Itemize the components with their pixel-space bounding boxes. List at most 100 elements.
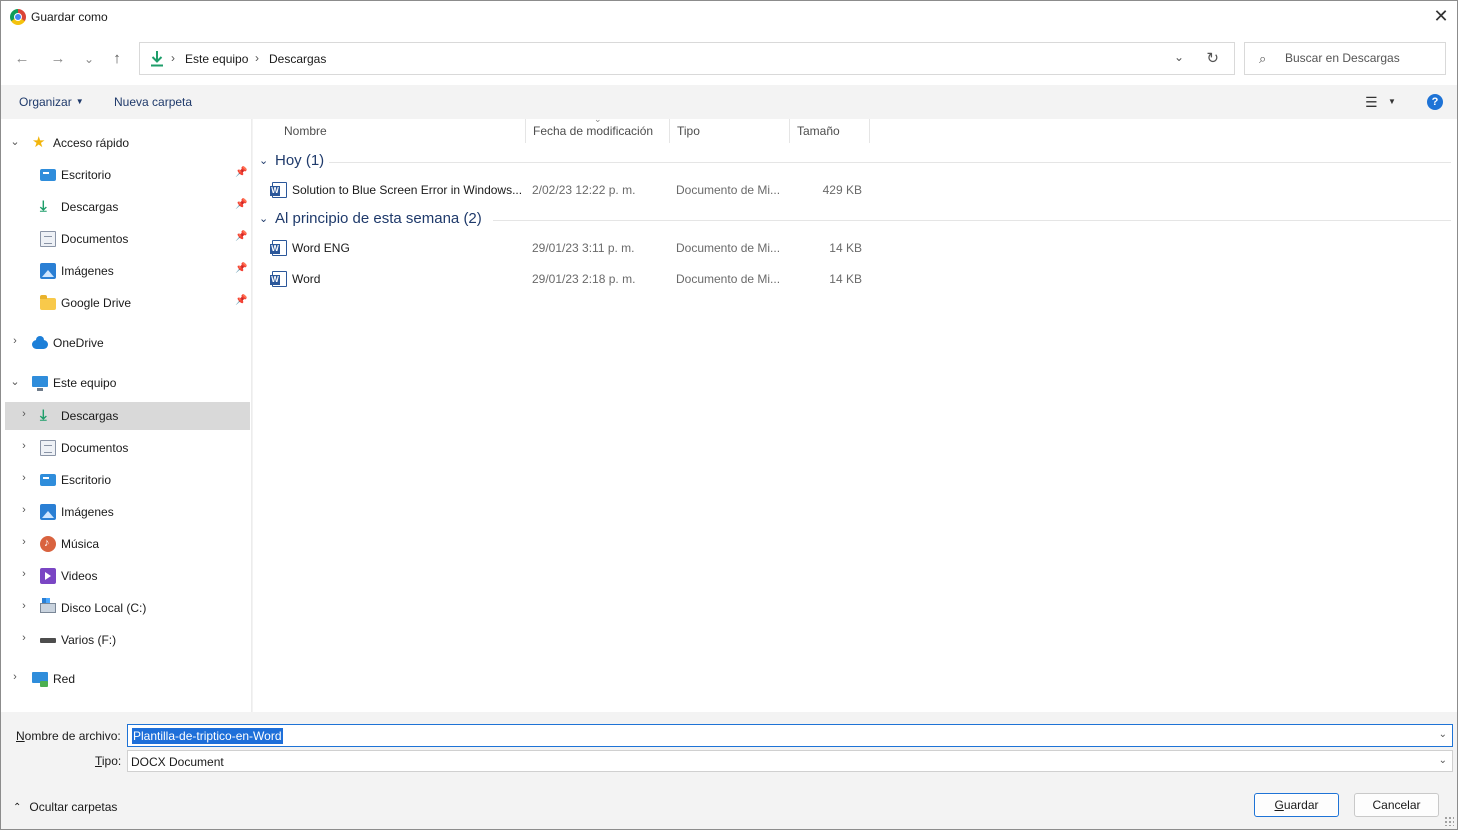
chevron-down-icon[interactable]: ▼	[1388, 97, 1396, 106]
filename-label-text: ombre de archivo:	[24, 729, 121, 743]
navigation-pane: ⌄ ★ Acceso rápido Escritorio 📌 ⤓ Descarg…	[1, 119, 252, 712]
help-icon[interactable]: ?	[1427, 94, 1443, 110]
organize-label: Organizar	[19, 95, 72, 109]
view-options-icon[interactable]: ☰	[1365, 94, 1378, 111]
chevron-down-icon[interactable]: ⌄	[1439, 729, 1447, 740]
sort-indicator-icon: ⌄	[594, 114, 602, 124]
sidebar-item-pc-musica[interactable]: › Música	[5, 530, 250, 558]
download-icon: ⤓	[40, 407, 47, 424]
sidebar-item-label: OneDrive	[53, 336, 104, 350]
sidebar-item-google-drive[interactable]: Google Drive 📌	[5, 289, 250, 317]
sidebar-item-pc-documentos[interactable]: › Documentos	[5, 434, 250, 462]
chevron-right-icon[interactable]: ›	[9, 671, 21, 683]
file-type: Documento de Mi...	[676, 241, 781, 255]
chevron-right-icon[interactable]: ›	[18, 632, 30, 644]
group-label: Al principio de esta semana (2)	[275, 210, 482, 227]
breadcrumb-separator: ›	[255, 51, 259, 65]
pin-icon: 📌	[235, 199, 248, 210]
column-header-size[interactable]: Tamaño	[790, 119, 870, 143]
refresh-icon[interactable]: ↻	[1206, 49, 1219, 67]
file-row[interactable]: Solution to Blue Screen Error in Windows…	[269, 176, 869, 204]
sidebar-item-pc-descargas[interactable]: › ⤓ Descargas	[5, 402, 250, 430]
column-header-label: Tipo	[677, 124, 700, 138]
download-icon	[151, 51, 163, 67]
word-document-icon	[270, 240, 287, 256]
file-date: 29/01/23 2:18 p. m.	[532, 272, 636, 286]
filetype-value: DOCX Document	[131, 755, 224, 769]
file-row[interactable]: Word ENG 29/01/23 3:11 p. m. Documento d…	[269, 234, 869, 262]
chevron-down-icon: ▼	[75, 97, 84, 106]
filetype-select[interactable]: DOCX Document ⌄	[127, 750, 1453, 772]
column-header-label: Nombre	[284, 124, 327, 138]
images-icon	[40, 504, 56, 520]
organize-button[interactable]: Organizar ▼	[19, 95, 84, 109]
sidebar-item-onedrive[interactable]: › OneDrive	[5, 329, 250, 357]
forward-icon[interactable]: →	[46, 48, 70, 70]
hide-folders-button[interactable]: ⌃ Ocultar carpetas	[13, 800, 117, 814]
search-icon: ⌕	[1259, 51, 1267, 66]
column-header-label: Tamaño	[797, 124, 840, 138]
chevron-down-icon[interactable]: ⌄	[9, 135, 21, 148]
recent-locations-icon[interactable]: ⌄	[77, 48, 101, 70]
chevron-right-icon[interactable]: ›	[18, 536, 30, 548]
close-button[interactable]: ✕	[1425, 1, 1457, 31]
address-bar[interactable]: › Este equipo › Descargas ⌄ ↻	[139, 42, 1235, 75]
chevron-right-icon[interactable]: ›	[18, 600, 30, 612]
sidebar-item-pc-disco-local[interactable]: › Disco Local (C:)	[5, 594, 250, 622]
chevron-right-icon[interactable]: ›	[18, 408, 30, 420]
address-dropdown-icon[interactable]: ⌄	[1174, 50, 1184, 64]
filetype-label-text: ipo:	[101, 754, 122, 768]
sidebar-item-pc-imagenes[interactable]: › Imágenes	[5, 498, 250, 526]
group-header-today[interactable]: ⌄ Hoy (1)	[259, 151, 1451, 173]
sidebar-item-pc-varios[interactable]: › Varios (F:)	[5, 626, 250, 654]
column-header-name[interactable]: Nombre	[277, 119, 526, 143]
breadcrumb-descargas[interactable]: Descargas	[269, 52, 326, 66]
sidebar-item-label: Acceso rápido	[53, 136, 130, 150]
chevron-down-icon[interactable]: ⌄	[259, 212, 268, 225]
new-folder-button[interactable]: Nueva carpeta	[114, 95, 192, 109]
column-header-type[interactable]: Tipo	[670, 119, 790, 143]
group-header-this-week[interactable]: ⌄ Al principio de esta semana (2)	[259, 209, 1451, 231]
chevron-right-icon[interactable]: ›	[18, 568, 30, 580]
chevron-right-icon[interactable]: ›	[18, 504, 30, 516]
sidebar-item-pc-escritorio[interactable]: › Escritorio	[5, 466, 250, 494]
word-document-icon	[270, 182, 287, 198]
file-list: Nombre Fecha de modificación ⌄ Tipo Tama…	[253, 114, 1457, 712]
up-icon[interactable]: ↑	[105, 48, 129, 70]
sidebar-item-documentos[interactable]: Documentos 📌	[5, 225, 250, 253]
sidebar-item-label: Documentos	[61, 441, 129, 455]
search-box[interactable]: ⌕	[1244, 42, 1446, 75]
chevron-right-icon[interactable]: ›	[18, 472, 30, 484]
chevron-down-icon[interactable]: ⌄	[9, 375, 21, 388]
sidebar-item-pc-videos[interactable]: › Videos	[5, 562, 250, 590]
save-button[interactable]: Guardar	[1254, 793, 1339, 817]
download-icon: ⤓	[40, 198, 47, 215]
chevron-up-icon: ⌃	[13, 802, 22, 813]
navigation-bar: ← → ⌄ ↑ › Este equipo › Descargas ⌄ ↻ ⌕	[1, 33, 1457, 85]
pin-icon: 📌	[235, 167, 248, 178]
sidebar-item-escritorio[interactable]: Escritorio 📌	[5, 161, 250, 189]
cancel-button[interactable]: Cancelar	[1354, 793, 1439, 817]
chevron-down-icon[interactable]: ⌄	[259, 154, 268, 167]
chevron-right-icon[interactable]: ›	[9, 335, 21, 347]
file-type: Documento de Mi...	[676, 183, 781, 197]
desktop-icon	[40, 169, 56, 181]
breadcrumb-separator: ›	[171, 51, 175, 65]
breadcrumb-este-equipo[interactable]: Este equipo	[185, 52, 248, 66]
sidebar-item-this-pc[interactable]: ⌄ Este equipo	[5, 369, 250, 397]
resize-grip[interactable]	[1444, 816, 1454, 826]
file-row[interactable]: Word 29/01/23 2:18 p. m. Documento de Mi…	[269, 265, 869, 293]
sidebar-item-quick-access[interactable]: ⌄ ★ Acceso rápido	[5, 129, 250, 157]
filename-field[interactable]: Plantilla-de-triptico-en-Word ⌄	[127, 724, 1453, 747]
sidebar-item-imagenes[interactable]: Imágenes 📌	[5, 257, 250, 285]
search-input[interactable]	[1285, 51, 1435, 65]
sidebar-item-label: Escritorio	[61, 473, 112, 487]
sidebar-item-descargas[interactable]: ⤓ Descargas 📌	[5, 193, 250, 221]
chevron-down-icon[interactable]: ⌄	[1439, 755, 1447, 766]
sidebar-item-network[interactable]: › Red	[5, 665, 250, 693]
local-disk-icon	[40, 598, 56, 613]
pin-icon: 📌	[235, 263, 248, 274]
back-icon[interactable]: ←	[10, 48, 34, 70]
videos-icon	[40, 568, 56, 584]
chevron-right-icon[interactable]: ›	[18, 440, 30, 452]
